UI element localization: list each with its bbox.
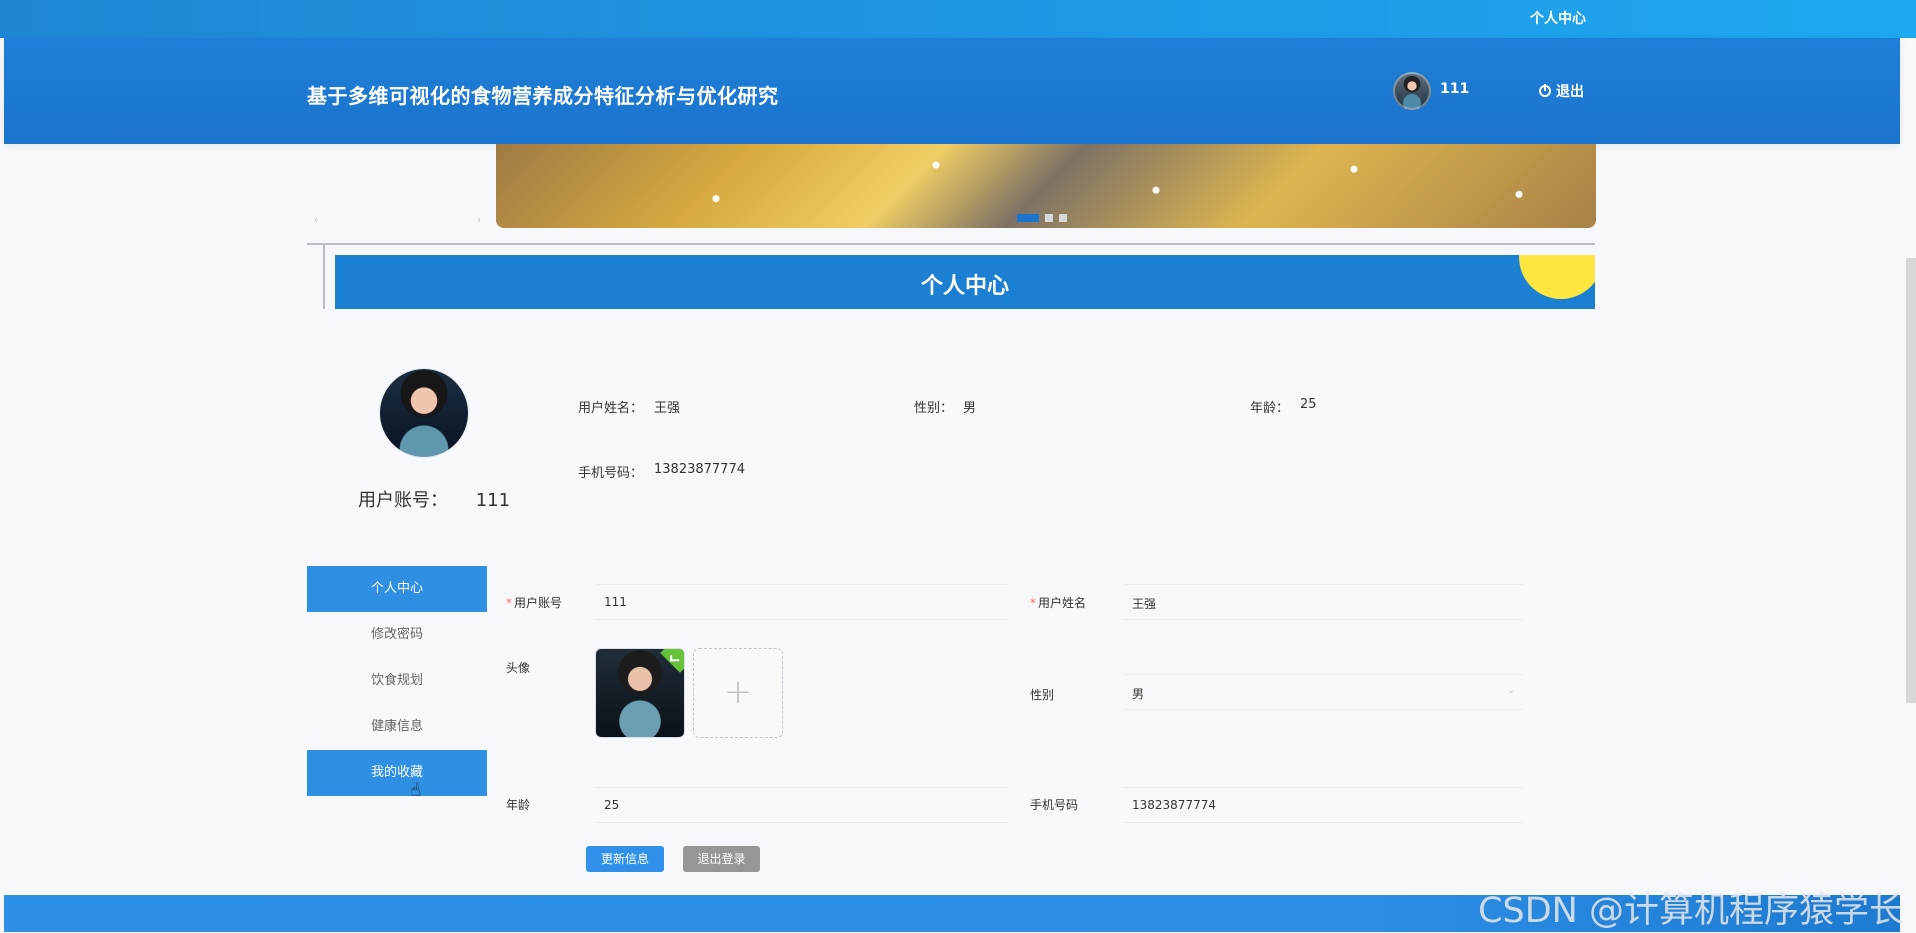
menu-item-diet-plan[interactable]: 饮食规划 (307, 658, 487, 704)
header-username[interactable]: 111 (1440, 81, 1469, 97)
banner-indicator[interactable] (1045, 214, 1053, 222)
watermark-text: CSDN @计算机程序猿学长 (1478, 891, 1904, 931)
profile-phone-value: 13823877774 (654, 462, 745, 477)
form-name-label: * 用户姓名 (1030, 596, 1087, 610)
profile-phone-label: 手机号码： (578, 466, 644, 481)
logout-button[interactable]: 退出登录 (683, 846, 760, 872)
uploaded-avatar-image[interactable] (595, 648, 685, 738)
account-label: 用户账号： (358, 490, 448, 511)
section-title: 个人中心 (920, 274, 1009, 299)
profile-avatar (380, 369, 468, 457)
phone-field-value: 13823877774 (1132, 798, 1216, 812)
profile-name-label: 用户姓名： (578, 401, 644, 416)
profile-age-value: 25 (1300, 397, 1317, 412)
phone-field[interactable]: 13823877774 (1124, 787, 1523, 823)
age-field[interactable]: 25 (596, 787, 1008, 823)
account-value: 111 (475, 490, 511, 511)
form-phone-label: 手机号码 (1030, 798, 1079, 812)
profile-name-value: 王强 (654, 401, 681, 416)
menu-item-change-password[interactable]: 修改密码 (307, 612, 487, 658)
top-personal-center-link[interactable]: 个人中心 (1530, 8, 1586, 28)
user-avatar[interactable] (1393, 72, 1431, 110)
banner-indicators (1017, 214, 1067, 222)
avatar-upload-button[interactable]: + (693, 648, 783, 738)
logout-link[interactable]: 退出 (1539, 81, 1584, 101)
name-field-value: 王强 (1132, 597, 1157, 611)
update-info-button[interactable]: 更新信息 (586, 846, 664, 872)
check-icon (660, 649, 684, 673)
logout-label: 退出 (1556, 84, 1584, 100)
top-bar: 个人中心 (0, 0, 1916, 38)
gender-select-value: 男 (1132, 687, 1145, 701)
carousel-next-icon[interactable]: › (477, 215, 481, 226)
form-age-label: 年龄 (506, 798, 531, 812)
account-field[interactable]: 111 (596, 584, 1008, 620)
form-avatar-label: 头像 (506, 661, 531, 675)
chevron-down-icon: ⌄ (1506, 685, 1515, 696)
profile-gender-label: 性别： (914, 401, 954, 416)
account-field-value: 111 (604, 595, 627, 609)
account-display: 用户账号： 111 (358, 486, 510, 512)
age-field-value: 25 (604, 798, 620, 812)
gender-select[interactable]: 男 ⌄ (1124, 674, 1523, 710)
required-mark: * (506, 596, 512, 610)
section-divider-vertical (323, 243, 325, 309)
carousel-prev-icon[interactable]: ‹ (314, 215, 318, 226)
scrollbar[interactable] (1906, 258, 1916, 703)
menu-item-health-info[interactable]: 健康信息 (307, 704, 487, 750)
section-divider (307, 243, 1595, 245)
required-mark: * (1030, 596, 1036, 610)
menu-item-favorites[interactable]: 我的收藏 (307, 750, 487, 796)
profile-gender-value: 男 (963, 401, 977, 416)
site-title: 基于多维可视化的食物营养成分特征分析与优化研究 (307, 84, 779, 108)
section-title-bar: 个人中心 (335, 255, 1595, 309)
banner-indicator[interactable] (1059, 214, 1067, 222)
menu-item-personal-center[interactable]: 个人中心 (307, 566, 487, 612)
profile-age-label: 年龄： (1250, 401, 1290, 416)
power-icon (1539, 84, 1551, 97)
banner-indicator-active[interactable] (1017, 214, 1039, 222)
site-header: 基于多维可视化的食物营养成分特征分析与优化研究 111 退出 (4, 38, 1900, 144)
side-menu: 个人中心 修改密码 饮食规划 健康信息 我的收藏 (307, 566, 487, 796)
form-account-label: * 用户账号 (506, 596, 563, 610)
form-gender-label: 性别 (1030, 688, 1055, 702)
name-field[interactable]: 王强 (1124, 584, 1523, 620)
